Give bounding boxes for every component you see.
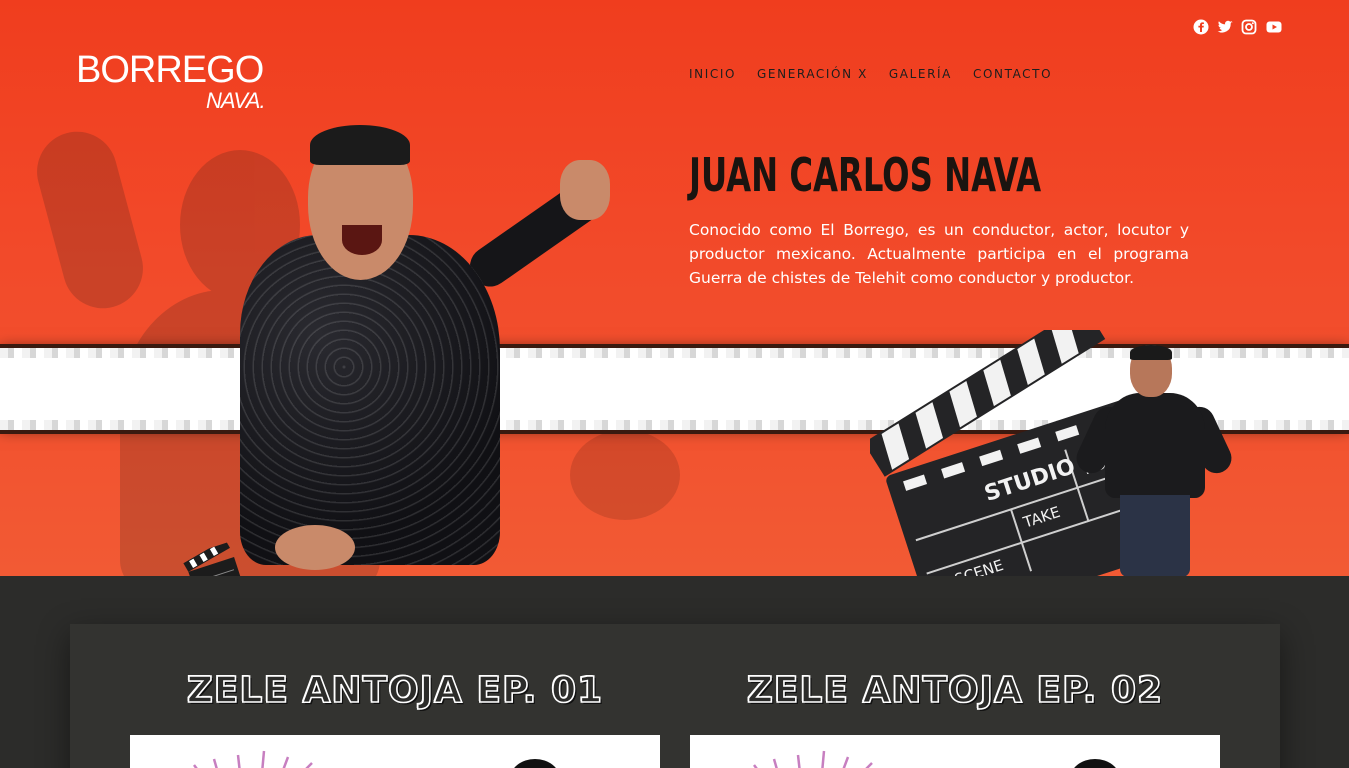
social-links (1193, 19, 1283, 37)
episodes-section: ZELE ANTOJA EP. 01 ZELE ANTOJA EP. 02 (70, 624, 1280, 768)
hero-description: Conocido como El Borrego, es un conducto… (689, 221, 1189, 287)
sparkle-decoration (193, 750, 313, 768)
man-standing-photo (1071, 345, 1237, 576)
thumbnail-person (510, 759, 560, 768)
nav-item-inicio[interactable]: INICIO (689, 66, 736, 82)
episode-title: ZELE ANTOJA EP. 01 (186, 669, 604, 712)
instagram-icon[interactable] (1241, 19, 1257, 35)
logo-wordmark: BORREGO (76, 49, 264, 91)
episode-thumbnail[interactable] (130, 735, 660, 768)
youtube-icon[interactable] (1265, 19, 1283, 35)
nav-item-galeria[interactable]: GALERÍA (889, 66, 952, 82)
facebook-icon[interactable] (1193, 19, 1209, 35)
nav-item-generacion-x[interactable]: GENERACIÓN X (757, 66, 868, 82)
nav-item-contacto[interactable]: CONTACTO (973, 66, 1052, 82)
logo-subtitle: NAVA. (206, 88, 266, 113)
episode-title: ZELE ANTOJA EP. 02 (746, 669, 1164, 712)
sparkle-decoration (753, 750, 873, 768)
site-logo[interactable]: BORREGO NAVA. (76, 50, 266, 120)
hero-title: JUAN CARLOS NAVA (689, 148, 1042, 202)
thumbnail-person (1070, 759, 1120, 768)
twitter-icon[interactable] (1217, 19, 1233, 35)
episode-thumbnail[interactable] (690, 735, 1220, 768)
hero-photo (230, 125, 630, 575)
hero-section: STUDIO TAKE ROLL SCENE BORREGO NAVA. (0, 0, 1349, 576)
main-nav: INICIO GENERACIÓN X GALERÍA CONTACTO (689, 66, 1052, 82)
